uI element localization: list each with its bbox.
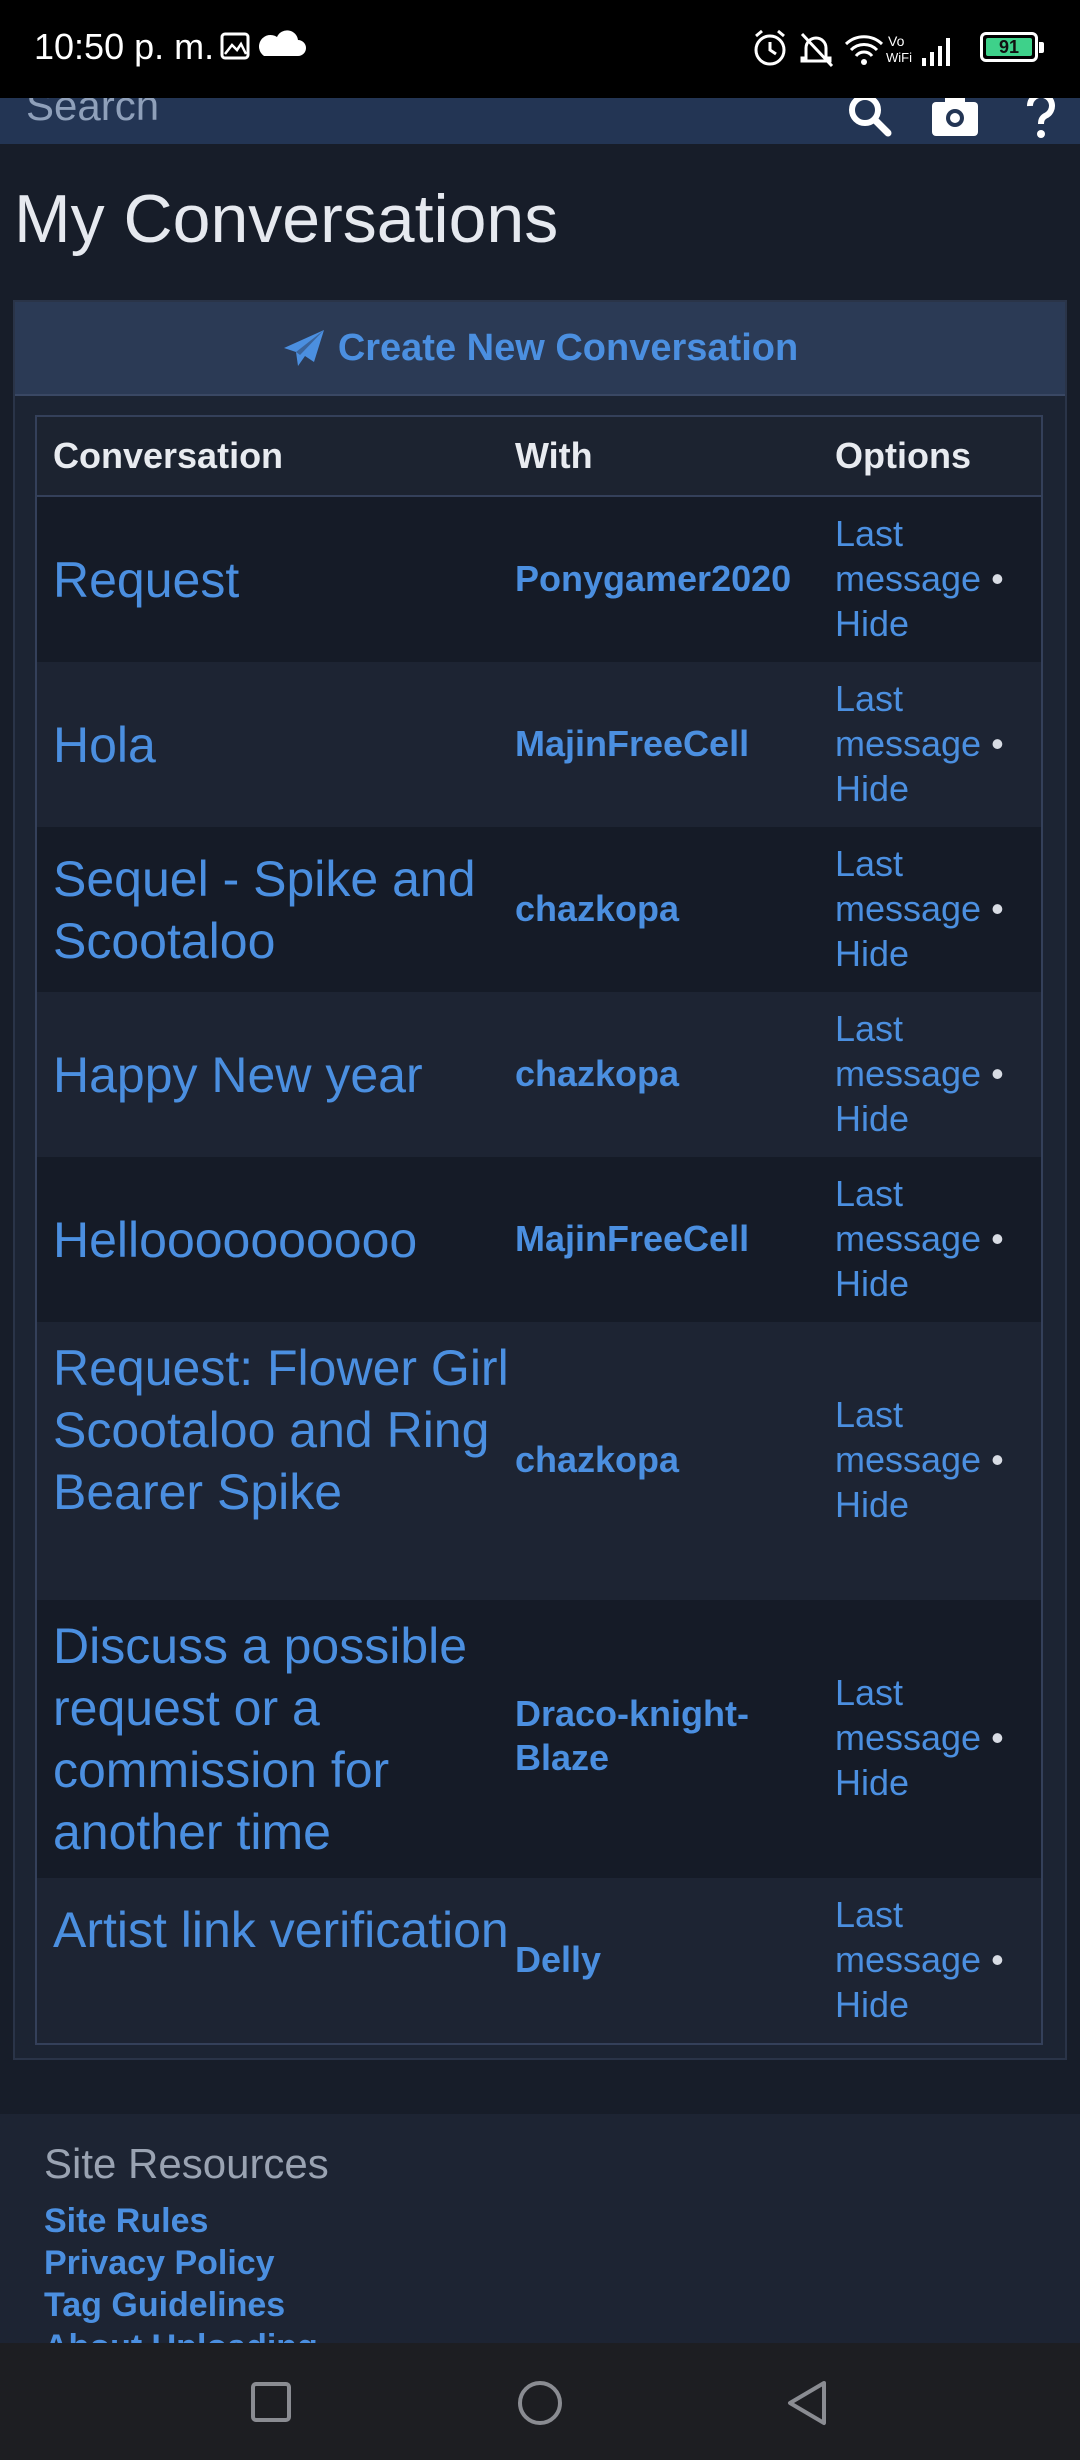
hide-link[interactable]: Hide (835, 603, 909, 644)
table-row: Request Ponygamer2020 Last message • Hid… (37, 497, 1041, 662)
hide-link[interactable]: Hide (835, 1263, 909, 1304)
table-row: Discuss a possible request or a commissi… (37, 1600, 1041, 1878)
participant-link[interactable]: Draco-knight-Blaze (515, 1692, 815, 1780)
conversations-table: Conversation With Options Request Ponyga… (35, 415, 1043, 2045)
participant-link[interactable]: chazkopa (515, 1052, 815, 1096)
back-icon[interactable] (784, 2379, 830, 2432)
create-conversation-button[interactable]: Create New Conversation (15, 302, 1065, 396)
participant-link[interactable]: Ponygamer2020 (515, 557, 815, 601)
participant-link[interactable]: MajinFreeCell (515, 1217, 815, 1261)
last-message-link[interactable]: Last message (835, 1894, 981, 1980)
column-with: With (515, 435, 593, 476)
row-options: Last message • Hide (835, 1006, 1035, 1141)
conversations-panel: Create New Conversation Conversation Wit… (13, 300, 1067, 2060)
page-title: My Conversations (14, 181, 559, 257)
row-options: Last message • Hide (835, 511, 1035, 646)
footer-heading: Site Resources (44, 2140, 329, 2187)
hide-link[interactable]: Hide (835, 1762, 909, 1803)
row-options: Last message • Hide (835, 841, 1035, 976)
table-row: Artist link verification Delly Last mess… (37, 1878, 1041, 2043)
participant-link[interactable]: chazkopa (515, 887, 815, 931)
svg-text:Vo: Vo (888, 33, 905, 49)
conversation-link[interactable]: Artist link verification (53, 1899, 513, 1961)
table-header: Conversation With Options (37, 417, 1041, 497)
recents-icon[interactable] (250, 2381, 292, 2428)
row-options: Last message • Hide (835, 1171, 1035, 1306)
last-message-link[interactable]: Last message (835, 1173, 981, 1259)
battery-icon: 91 (980, 32, 1044, 62)
footer-link-tag-guidelines[interactable]: Tag Guidelines (44, 2286, 285, 2325)
system-nav-bar (0, 2343, 1080, 2460)
separator: • (991, 1053, 1004, 1094)
row-options: Last message • Hide (835, 1892, 1035, 2027)
table-row: Happy New year chazkopa Last message • H… (37, 992, 1041, 1157)
separator: • (991, 888, 1004, 929)
separator: • (991, 1939, 1004, 1980)
separator: • (991, 1717, 1004, 1758)
column-options: Options (835, 435, 971, 476)
table-row: Hola MajinFreeCell Last message • Hide (37, 662, 1041, 827)
svg-text:WiFi: WiFi (886, 50, 912, 65)
hide-link[interactable]: Hide (835, 1984, 909, 2025)
site-header: Search (0, 98, 1080, 144)
hide-link[interactable]: Hide (835, 1098, 909, 1139)
battery-level: 91 (986, 38, 1032, 56)
participant-link[interactable]: chazkopa (515, 1438, 815, 1482)
create-conversation-label: Create New Conversation (337, 326, 799, 369)
footer-link-site-rules[interactable]: Site Rules (44, 2202, 208, 2241)
conversation-link[interactable]: Helloooooooooo (53, 1209, 513, 1271)
footer-link-privacy-policy[interactable]: Privacy Policy (44, 2244, 275, 2283)
system-status-icons: Vo WiFi (750, 28, 975, 77)
search-input[interactable]: Search (26, 98, 159, 130)
status-time: 10:50 p. m. (34, 26, 215, 67)
conversation-link[interactable]: Request (53, 549, 513, 611)
camera-icon[interactable] (930, 98, 980, 143)
row-options: Last message • Hide (835, 1392, 1035, 1527)
last-message-link[interactable]: Last message (835, 513, 981, 599)
paper-plane-icon (283, 330, 324, 366)
separator: • (991, 1439, 1004, 1480)
last-message-link[interactable]: Last message (835, 1672, 981, 1758)
conversation-link[interactable]: Discuss a possible request or a commissi… (53, 1615, 513, 1863)
last-message-link[interactable]: Last message (835, 843, 981, 929)
table-row: Sequel - Spike and Scootaloo chazkopa La… (37, 827, 1041, 992)
conversation-link[interactable]: Happy New year (53, 1044, 513, 1106)
conversation-link[interactable]: Request: Flower Girl Scootaloo and Ring … (53, 1337, 513, 1523)
conversation-link[interactable]: Hola (53, 714, 513, 776)
last-message-link[interactable]: Last message (835, 678, 981, 764)
participant-link[interactable]: MajinFreeCell (515, 722, 815, 766)
help-icon[interactable] (1024, 98, 1058, 143)
table-row: Request: Flower Girl Scootaloo and Ring … (37, 1322, 1041, 1600)
table-row: Helloooooooooo MajinFreeCell Last messag… (37, 1157, 1041, 1322)
hide-link[interactable]: Hide (835, 1484, 909, 1525)
hide-link[interactable]: Hide (835, 933, 909, 974)
row-options: Last message • Hide (835, 1670, 1035, 1805)
last-message-link[interactable]: Last message (835, 1008, 981, 1094)
status-bar: 10:50 p. m. Vo WiFi 91 (0, 0, 1080, 98)
participant-link[interactable]: Delly (515, 1938, 815, 1982)
footer-link-about-uploading[interactable]: About Uploading (44, 2328, 318, 2344)
hide-link[interactable]: Hide (835, 768, 909, 809)
row-options: Last message • Hide (835, 676, 1035, 811)
separator: • (991, 723, 1004, 764)
conversation-link[interactable]: Sequel - Spike and Scootaloo (53, 848, 513, 972)
search-icon[interactable] (846, 98, 892, 143)
last-message-link[interactable]: Last message (835, 1394, 981, 1480)
separator: • (991, 1218, 1004, 1259)
home-icon[interactable] (516, 2379, 564, 2432)
column-conversation: Conversation (53, 435, 284, 476)
gallery-notification-icon (220, 30, 310, 71)
separator: • (991, 558, 1004, 599)
site-footer: Site Resources Site Rules Privacy Policy… (0, 2114, 1080, 2344)
